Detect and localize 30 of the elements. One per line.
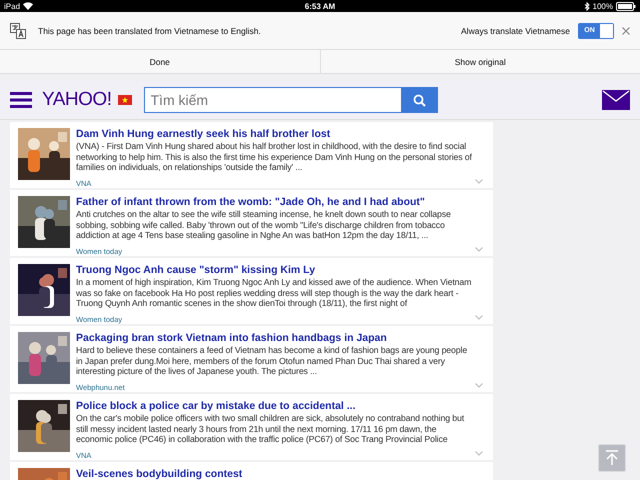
search-field[interactable]: Tìm kiếm (144, 87, 402, 113)
article-title[interactable]: Father of infant thrown from the womb: "Jade Oh, he and I had about" (76, 196, 485, 208)
article-title[interactable]: Veil-scenes bodybuilding contest (76, 468, 485, 480)
device-name: iPad (4, 2, 20, 10)
logo[interactable]: YAHOO! (42, 89, 112, 111)
article-title[interactable]: Truong Ngoc Anh cause "storm" kissing Kim Ly (76, 264, 485, 276)
article-title[interactable]: Police block a police car by mistake due to accidental ... (76, 400, 485, 412)
search-icon (413, 94, 426, 106)
wifi-icon (23, 2, 34, 10)
article-title[interactable]: Packaging bran stork Vietnam into fashion handbags in Japan (76, 332, 485, 344)
article-summary: Anti crutches on the altar to see the wife still steaming incense, he knelt down south to near collapse sobbing, sobbing wife called. Baby 'thrown out of the womb "Life's discharge children from tobacco addiction at age 4 Tens base stealing gasoline in Nghe An was batHon 12pm the day 18/11, ... (76, 209, 452, 240)
menu-icon[interactable] (10, 92, 32, 108)
flag-icon (118, 95, 132, 105)
article-summary: On the car's mobile police officers with two small children are sick, absolutely no contraband nothing but still messy incident lasted nearly 3 hours from 21h until the next morning. 17/11 16 pm dawn, the economic police (PC46) in collaboration with the traffic police (PC67) of Soc Trang Provincial Police (76, 413, 466, 444)
translation-message: This page has been translated from Vietnamese to English. (38, 26, 262, 36)
article-summary: In a moment of high inspiration, Kim Truong Ngoc Anh Ly and kissed awe of the audience. When Vietnam was so fake on facebook Ha Ho post replies wedding dress will step though is the way the dark heart - Truong Quynh Anh romantic scenes in the show dienToi through (18/11), the first night of (76, 277, 472, 308)
close-icon[interactable] (622, 26, 630, 34)
article-title[interactable]: Dam Vinh Hung earnestly seek his half brother lost (76, 128, 485, 140)
arrow-up-icon (605, 450, 619, 466)
always-translate-label: Always translate Vietnamese (461, 26, 570, 36)
search-button[interactable] (402, 87, 438, 113)
battery-percent: 100% (592, 2, 613, 10)
news-card[interactable]: Veil-scenes bodybuilding contest (10, 462, 493, 480)
status-time: 6:53 AM (304, 2, 336, 10)
translate-icon (10, 22, 26, 38)
translate-bar-button[interactable]: Show original (320, 50, 640, 73)
article-summary: Hard to believe these containers a feed of Vietnam has become a kind of fashion bags are young people in Japan prefer dung.Moi here, members of the forum Otofun named Phan Duc Thai shared a very interesting picture of the lives of Japanese youth. The pictures ... (76, 345, 468, 376)
translate-bar-button[interactable]: Done (0, 50, 320, 73)
article-summary: (VNA) - First Dam Vinh Hung shared about his half brother lost in childhood, with the desire to find social networking to help him. This is also the first time his experience Dam Vinh Hung on the personal stories of families on individuals, on relationships 'outside the family' ... (76, 141, 473, 172)
mail-icon[interactable] (602, 90, 630, 110)
